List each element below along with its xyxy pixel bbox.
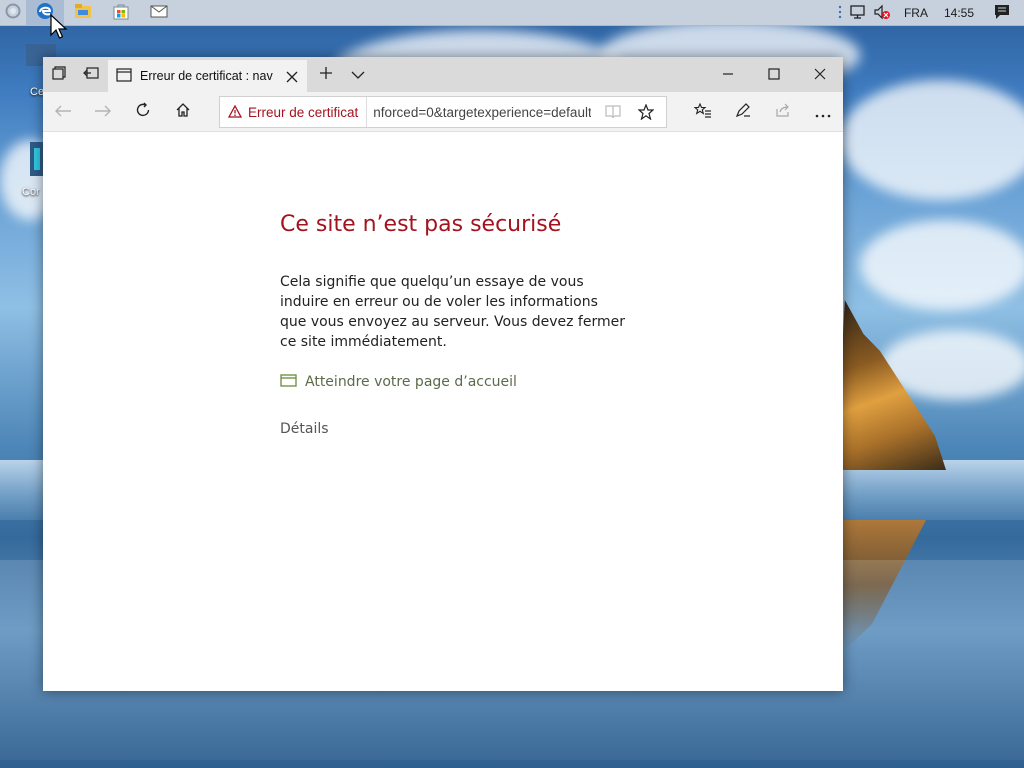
address-bar[interactable]: Erreur de certificat nforced=0&targetexp…: [219, 96, 667, 128]
plus-icon: [319, 65, 333, 84]
certificate-error-indicator[interactable]: Erreur de certificat: [220, 97, 368, 127]
network-button[interactable]: [846, 0, 870, 26]
mail-icon: [150, 3, 168, 22]
clock[interactable]: 14:55: [938, 0, 988, 26]
warning-triangle-icon: [227, 103, 243, 122]
minimize-button[interactable]: [705, 57, 751, 92]
tab-close-button[interactable]: [285, 69, 299, 83]
go-to-homepage-label: Atteindre votre page d’accueil: [305, 373, 517, 390]
action-center-icon: [994, 4, 1010, 23]
tabs-restore-icon: [83, 65, 99, 84]
star-icon: [637, 103, 655, 124]
browser-window-icon: [280, 372, 297, 391]
title-bar: Erreur de certificat : nav: [43, 57, 843, 92]
back-button[interactable]: [43, 92, 83, 132]
desktop-icon-2-label: Cor: [22, 186, 40, 198]
home-icon: [175, 102, 191, 122]
volume-muted-icon: [873, 4, 891, 23]
cortana-icon: [5, 3, 21, 23]
show-tabs-aside-button[interactable]: [75, 57, 107, 92]
language-indicator[interactable]: FRA: [894, 0, 938, 26]
refresh-button[interactable]: [123, 92, 163, 132]
maximize-button[interactable]: [751, 57, 797, 92]
tab-preview-button[interactable]: [342, 57, 374, 92]
forward-button[interactable]: [83, 92, 123, 132]
volume-button[interactable]: [870, 0, 894, 26]
reading-view-button[interactable]: [604, 104, 622, 124]
taskbar: FRA 14:55: [0, 0, 1024, 26]
favorite-star-button[interactable]: [637, 103, 655, 124]
new-tab-button[interactable]: [310, 57, 342, 92]
error-description: Cela signifie que quelqu’un essaye de vo…: [280, 274, 625, 350]
error-title: Ce site n’est pas sécurisé: [280, 212, 562, 237]
navigation-bar: Erreur de certificat nforced=0&targetexp…: [43, 92, 843, 132]
mouse-pointer-icon: [50, 13, 68, 40]
certificate-error-text: Erreur de certificat: [248, 104, 359, 120]
details-link[interactable]: Détails: [280, 421, 329, 437]
mail-button[interactable]: [140, 0, 178, 26]
url-text[interactable]: nforced=0&targetexperience=default: [373, 105, 591, 120]
system-tray: FRA 14:55: [834, 0, 1024, 26]
cortana-button[interactable]: [0, 0, 26, 26]
web-note-button[interactable]: [723, 92, 763, 132]
browser-window: Erreur de certificat : nav Erreur de cer…: [43, 57, 843, 691]
page-icon: [116, 67, 132, 86]
home-button[interactable]: [163, 92, 203, 132]
network-icon: [849, 4, 867, 23]
go-to-homepage-link[interactable]: Atteindre votre page d’accueil: [280, 372, 517, 391]
set-tabs-aside-button[interactable]: [43, 57, 75, 92]
favorites-list-icon: [693, 102, 712, 122]
reading-view-icon: [604, 105, 622, 124]
action-center-button[interactable]: [988, 0, 1024, 26]
store-icon: [112, 2, 130, 24]
close-icon: [814, 65, 826, 84]
tabs-aside-icon: [52, 65, 66, 84]
pen-icon: [735, 102, 751, 122]
share-button[interactable]: [763, 92, 803, 132]
refresh-icon: [135, 102, 151, 122]
desktop-icon-1-label: Ce: [30, 86, 45, 98]
tab-title: Erreur de certificat : nav: [140, 69, 273, 83]
arrow-right-icon: [94, 103, 112, 122]
store-button[interactable]: [102, 0, 140, 26]
maximize-icon: [768, 65, 780, 84]
ellipsis-icon: [815, 103, 831, 122]
arrow-left-icon: [54, 103, 72, 122]
minimize-icon: [722, 65, 734, 84]
favorites-hub-button[interactable]: [683, 92, 723, 132]
file-explorer-icon: [74, 3, 92, 23]
close-window-button[interactable]: [797, 57, 843, 92]
share-icon: [775, 102, 791, 122]
tab-active[interactable]: Erreur de certificat : nav: [108, 60, 307, 92]
page-content: Ce site n’est pas sécurisé Cela signifie…: [43, 132, 843, 691]
chevron-down-icon: [351, 65, 365, 84]
file-explorer-button[interactable]: [64, 0, 102, 26]
more-menu-button[interactable]: [803, 92, 843, 132]
overflow-dots-icon: [838, 5, 842, 22]
tray-overflow-button[interactable]: [834, 0, 846, 26]
